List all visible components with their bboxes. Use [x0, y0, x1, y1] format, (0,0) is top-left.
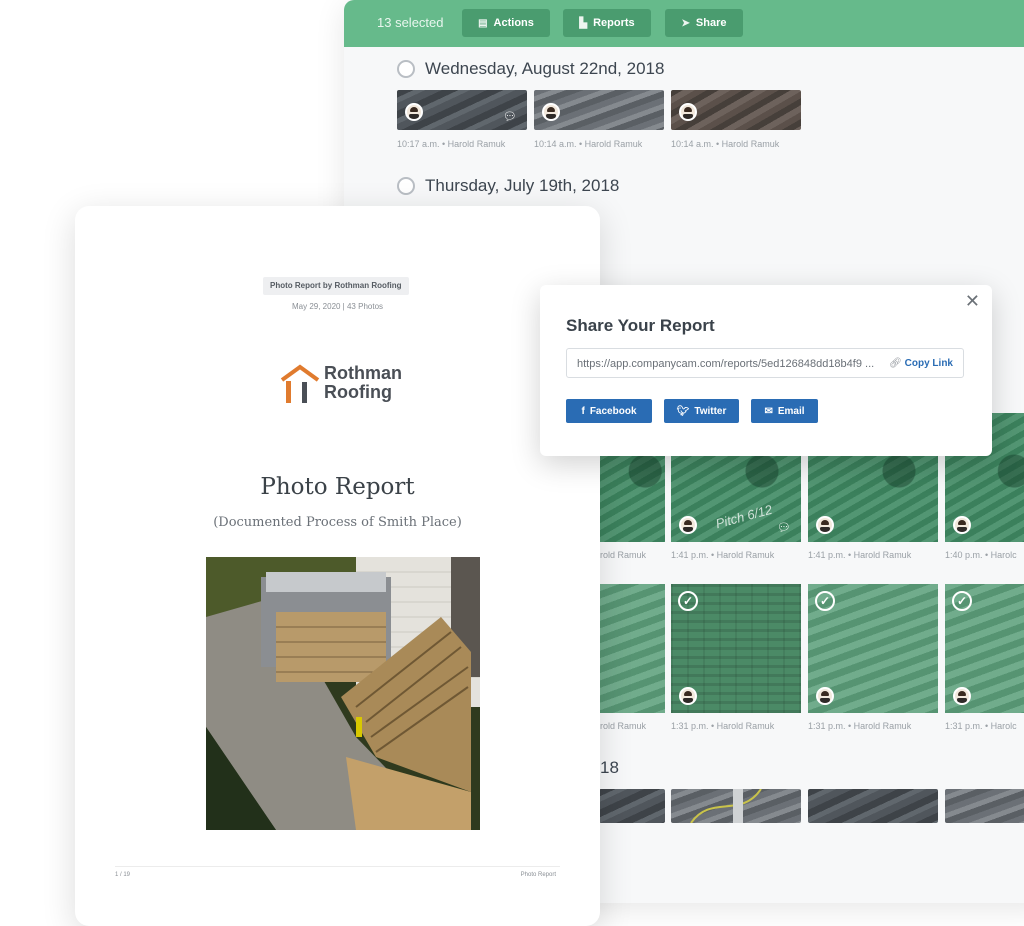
- selected-photo-tile[interactable]: [599, 584, 665, 713]
- close-icon[interactable]: ✕: [965, 291, 980, 312]
- report-meta: May 29, 2020 | 43 Photos: [291, 302, 384, 311]
- selection-toolbar: 13 selected ▤ Actions ▙ Reports ➤ Share: [344, 0, 1024, 47]
- report-tag: Photo Report by Rothman Roofing: [263, 277, 409, 295]
- date-label: Wednesday, August 22nd, 2018: [425, 59, 665, 78]
- checkmark-icon[interactable]: ✓: [952, 591, 972, 611]
- photo-caption: 10:14 a.m. • Harold Ramuk: [671, 139, 780, 149]
- facebook-icon: f: [581, 405, 585, 417]
- actions-icon: ▤: [478, 17, 488, 29]
- photo-caption: 1:31 p.m. • Harold Ramuk: [671, 721, 775, 731]
- photo-thumbnail[interactable]: [534, 90, 664, 130]
- share-url-text: https://app.companycam.com/reports/5ed12…: [577, 358, 875, 370]
- checkmark-icon[interactable]: ✓: [815, 591, 835, 611]
- photo-caption: 10:17 a.m. • Harold Ramuk: [397, 139, 506, 149]
- link-icon: 🔗︎: [889, 358, 902, 369]
- date-group-header: Wednesday, August 22nd, 2018: [397, 59, 664, 79]
- twitter-share-button[interactable]: 🐦︎ Twitter: [664, 399, 739, 423]
- mail-icon: ✉: [764, 405, 773, 417]
- report-cover-photo: [206, 557, 480, 830]
- house-logo-icon: [280, 364, 320, 403]
- avatar: [816, 687, 834, 705]
- company-logo: Rothman Roofing: [280, 364, 420, 408]
- photo-thumbnail[interactable]: [671, 789, 801, 823]
- email-label: Email: [777, 405, 805, 417]
- cable-overlay: [690, 789, 762, 823]
- share-url-field[interactable]: https://app.companycam.com/reports/5ed12…: [566, 348, 964, 378]
- comment-icon: 💬︎: [503, 111, 517, 123]
- avatar: [816, 516, 834, 534]
- footer-divider: [115, 866, 560, 867]
- photo-caption: 1:40 p.m. • Harolc: [945, 550, 1017, 560]
- logo-line-2: Roofing: [324, 382, 392, 402]
- facebook-share-button[interactable]: f Facebook: [566, 399, 652, 423]
- checkmark-icon[interactable]: ✓: [678, 591, 698, 611]
- pitch-annotation: Pitch 6/12: [714, 501, 774, 532]
- page-number: 1 / 19: [115, 872, 131, 878]
- reports-label: Reports: [593, 17, 635, 29]
- photo-caption: 10:14 a.m. • Harold Ramuk: [534, 139, 643, 149]
- twitter-icon: 🐦︎: [676, 405, 690, 417]
- share-label: Share: [695, 17, 727, 29]
- dialog-title: Share Your Report: [566, 316, 715, 335]
- send-icon: ➤: [681, 17, 690, 29]
- footer-title: Photo Report: [520, 872, 556, 878]
- photo-caption: rold Ramuk: [600, 550, 647, 560]
- email-share-button[interactable]: ✉ Email: [751, 399, 818, 423]
- actions-button[interactable]: ▤ Actions: [462, 9, 550, 37]
- share-report-dialog: ✕ Share Your Report https://app.companyc…: [540, 285, 992, 456]
- avatar: [679, 103, 697, 121]
- selected-count: 13 selected: [377, 15, 444, 30]
- photo-caption: 1:31 p.m. • Harold Ramuk: [808, 721, 912, 731]
- selected-photo-tile[interactable]: ✓: [945, 584, 1024, 713]
- photo-thumbnail[interactable]: [599, 789, 665, 823]
- avatar: [953, 516, 971, 534]
- photo-report-page: Photo Report by Rothman Roofing May 29, …: [75, 206, 600, 926]
- logo-line-1: Rothman: [324, 363, 402, 383]
- avatar: [405, 103, 423, 121]
- share-button[interactable]: ➤ Share: [665, 9, 743, 37]
- date-label: Thursday, July 19th, 2018: [425, 176, 620, 195]
- actions-label: Actions: [493, 17, 534, 29]
- report-subtitle: (Documented Process of Smith Place): [213, 515, 462, 530]
- comment-icon: 💬︎: [777, 522, 791, 534]
- photo-thumbnail[interactable]: 💬︎: [397, 90, 527, 130]
- photo-thumbnail[interactable]: [671, 90, 801, 130]
- avatar: [679, 687, 697, 705]
- selected-photo-tile[interactable]: ✓: [671, 584, 801, 713]
- copy-link-button[interactable]: 🔗︎ Copy Link: [889, 358, 953, 369]
- photo-caption: 1:41 p.m. • Harold Ramuk: [808, 550, 912, 560]
- date-group-header: Thursday, July 19th, 2018: [397, 176, 619, 196]
- select-day-radio[interactable]: [397, 177, 415, 195]
- photo-caption: 1:41 p.m. • Harold Ramuk: [671, 550, 775, 560]
- photo-thumbnail[interactable]: [945, 789, 1024, 823]
- facebook-label: Facebook: [589, 405, 637, 417]
- avatar: [679, 516, 697, 534]
- date-label-fragment: 18: [600, 758, 619, 777]
- photo-thumbnail[interactable]: [808, 789, 938, 823]
- select-day-radio[interactable]: [397, 60, 415, 78]
- selected-photo-tile[interactable]: ✓: [808, 584, 938, 713]
- avatar: [542, 103, 560, 121]
- report-title: Photo Report: [260, 474, 415, 500]
- twitter-label: Twitter: [694, 405, 727, 417]
- avatar: [953, 687, 971, 705]
- photo-caption: rold Ramuk: [600, 721, 647, 731]
- copy-link-label: Copy Link: [904, 358, 953, 369]
- document-icon: ▙: [579, 17, 588, 29]
- logo-wordmark: Rothman Roofing: [324, 364, 402, 402]
- photo-caption: 1:31 p.m. • Harolc: [945, 721, 1017, 731]
- reports-button[interactable]: ▙ Reports: [563, 9, 651, 37]
